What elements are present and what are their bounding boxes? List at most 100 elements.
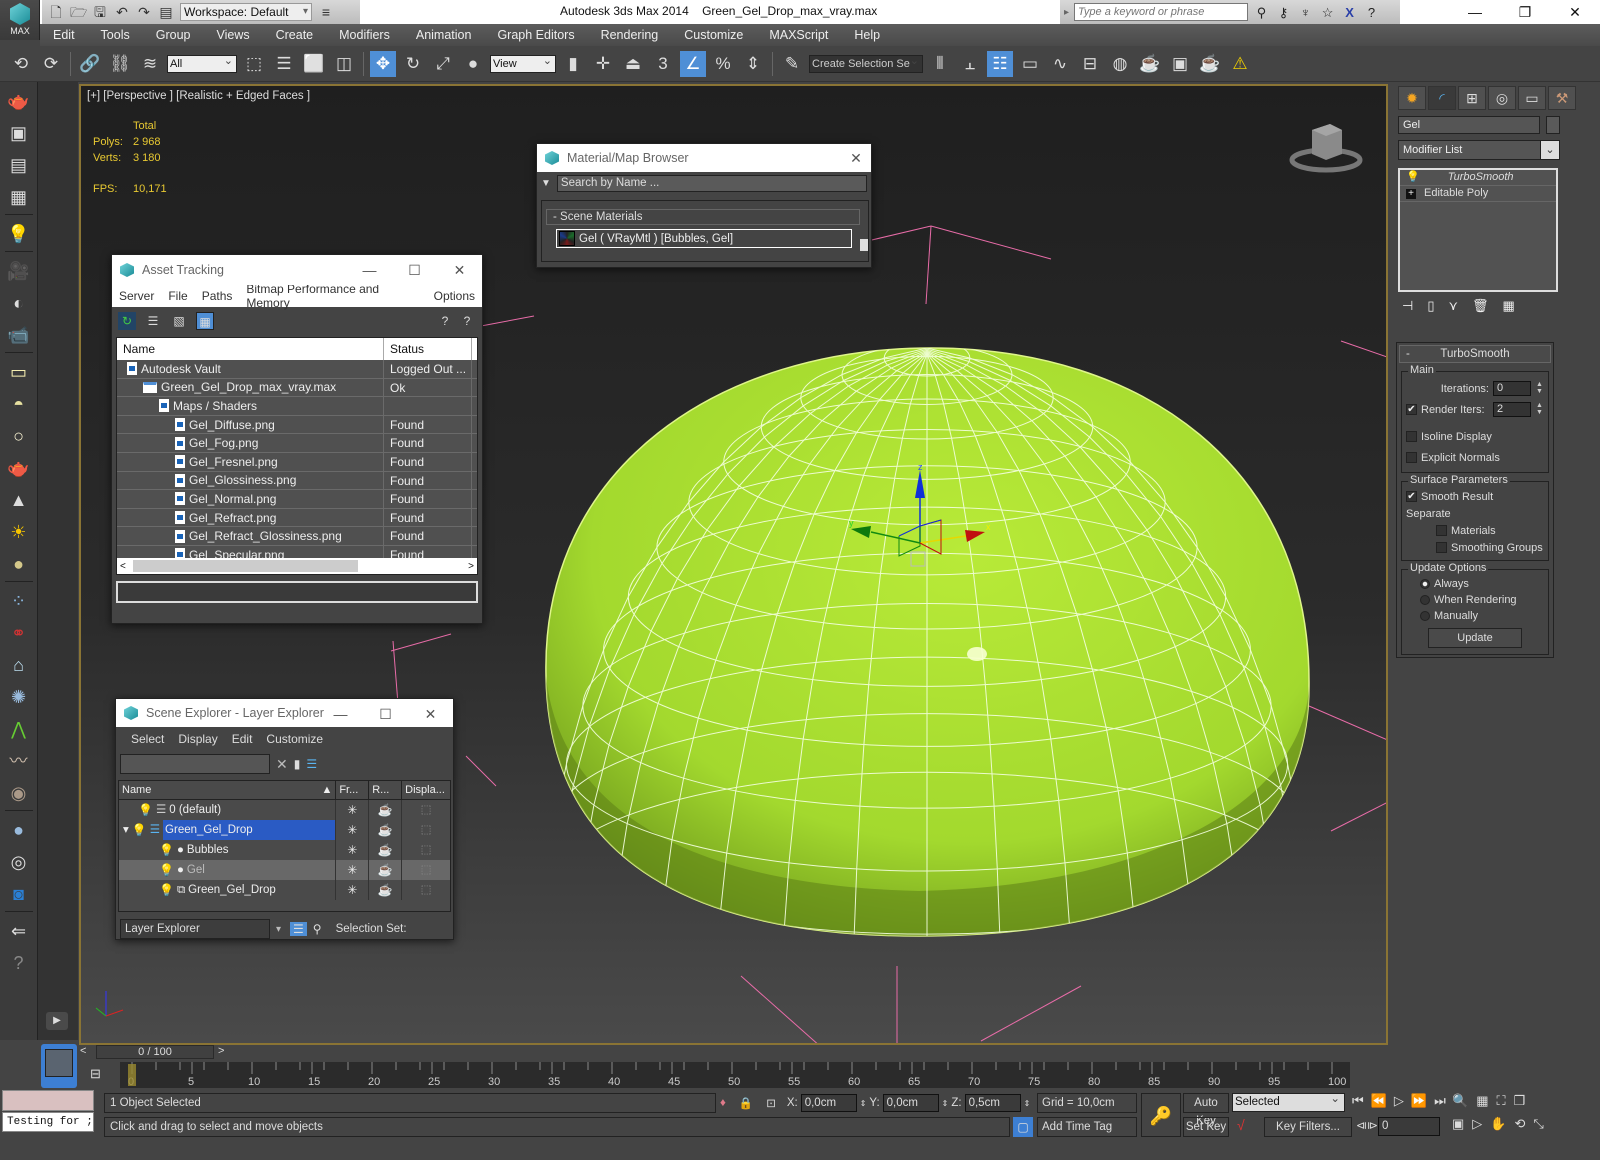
utilities-tab-icon[interactable]: ⚒ xyxy=(1548,86,1576,110)
isolate-selection-icon[interactable]: ♦ xyxy=(720,1097,726,1109)
renderable-toggle-icon[interactable]: ☕ xyxy=(369,860,403,880)
update-button[interactable]: Update xyxy=(1428,628,1522,648)
tree-view-icon[interactable]: ▧ xyxy=(170,312,188,330)
scroll-left-icon[interactable]: < xyxy=(117,561,129,572)
hair-farm-icon[interactable]: 〰 xyxy=(5,748,33,774)
vertical-scrollbar[interactable] xyxy=(860,239,868,251)
menu-customize[interactable]: Customize xyxy=(671,28,756,42)
freeze-toggle-icon[interactable]: ✳ xyxy=(336,860,370,880)
close-button[interactable]: ✕ xyxy=(437,255,482,285)
freeze-toggle-icon[interactable]: ✳ xyxy=(336,800,370,820)
time-slider[interactable]: 0 / 100 xyxy=(96,1045,214,1059)
open-file-icon[interactable]: 🗁 xyxy=(70,4,87,20)
redo-icon[interactable]: ↷ xyxy=(136,4,152,20)
dome-light-icon[interactable]: ◓ xyxy=(5,391,33,417)
warning-icon[interactable]: ⚠ xyxy=(1227,51,1253,77)
update-always-radio[interactable] xyxy=(1420,579,1430,589)
chevron-down-icon[interactable]: ⌄ xyxy=(1540,140,1560,160)
pin-stack-icon[interactable]: ⊣ xyxy=(1402,298,1413,314)
menu-edit[interactable]: Edit xyxy=(225,732,260,746)
schematic-view-icon[interactable]: ⊟ xyxy=(1077,51,1103,77)
table-view-icon[interactable]: ▦ xyxy=(196,312,214,330)
scroll-right-icon[interactable]: > xyxy=(465,561,477,572)
snaps-toggle-icon[interactable]: 3 xyxy=(650,51,676,77)
hierarchy-tab-icon[interactable]: ⊞ xyxy=(1458,86,1486,110)
exchange-x-icon[interactable]: X xyxy=(1341,4,1358,21)
zoom-extents-all-icon[interactable]: ❒ xyxy=(1514,1093,1526,1109)
update-when-rendering-radio[interactable] xyxy=(1420,595,1430,605)
minimize-button[interactable]: — xyxy=(318,699,363,729)
remove-modifier-icon[interactable]: 🗑 xyxy=(1472,298,1489,314)
context-help-icon[interactable]: ? xyxy=(458,312,476,330)
favorites-star-icon[interactable]: ☆ xyxy=(1319,4,1336,21)
spinner-arrows-icon[interactable]: ⇕ xyxy=(942,1099,949,1108)
display-box-icon[interactable]: ⬚ xyxy=(402,820,450,840)
edit-named-selection-icon[interactable]: ✎ xyxy=(779,51,805,77)
light-lister-icon[interactable]: 💡 xyxy=(5,221,33,247)
pan-hand-icon[interactable]: ✋ xyxy=(1490,1116,1506,1132)
asset-row[interactable]: Gel_Fog.png Found xyxy=(117,434,477,453)
play-icon[interactable]: ▷ xyxy=(1394,1093,1404,1109)
z-coordinate-field[interactable]: 0,5cm xyxy=(964,1094,1021,1112)
object-color-swatch[interactable] xyxy=(1546,116,1560,134)
graphite-ribbon-icon[interactable]: ▭ xyxy=(1017,51,1043,77)
maximize-button[interactable]: ☐ xyxy=(392,255,437,285)
lightbulb-icon[interactable]: 💡 xyxy=(1406,170,1420,185)
workspace-dropdown[interactable]: Workspace: Default xyxy=(180,3,312,21)
freeze-toggle-icon[interactable]: ✳ xyxy=(336,840,370,860)
select-and-place-icon[interactable]: ● xyxy=(460,51,486,77)
material-editor-icon[interactable]: ◍ xyxy=(1107,51,1133,77)
stack-item-turbosmooth[interactable]: 💡 TurboSmooth xyxy=(1400,170,1556,186)
bind-space-warp-icon[interactable]: ≋ xyxy=(137,51,163,77)
window-titlebar[interactable]: Scene Explorer - Layer Explorer — ☐ ✕ xyxy=(116,699,453,727)
mirror-icon[interactable]: ⫴ xyxy=(927,51,953,77)
sphere-light-icon[interactable]: ○ xyxy=(5,423,33,449)
menu-edit[interactable]: Edit xyxy=(40,28,88,42)
create-tab-icon[interactable]: ✹ xyxy=(1398,86,1426,110)
materials-checkbox[interactable] xyxy=(1436,525,1447,536)
display-box-icon[interactable]: ⬚ xyxy=(402,800,450,820)
render-production-icon[interactable]: ☕ xyxy=(1197,51,1223,77)
asset-path-field[interactable] xyxy=(116,581,478,603)
menu-paths[interactable]: Paths xyxy=(195,289,240,303)
asset-row[interactable]: Gel_Glossiness.png Found xyxy=(117,471,477,491)
asset-row[interactable]: Gel_Diffuse.png Found xyxy=(117,415,477,435)
undo-icon[interactable]: ↶ xyxy=(114,4,130,20)
list-view-icon[interactable]: ☰ xyxy=(144,312,162,330)
unlink-icon[interactable]: ⛓ xyxy=(107,51,133,77)
configure-modifier-sets-icon[interactable]: ▦ xyxy=(1503,298,1515,314)
current-frame-field[interactable]: 0 xyxy=(1378,1117,1440,1136)
percent-snap-icon[interactable]: % xyxy=(710,51,736,77)
object-name-field[interactable]: Gel xyxy=(1398,116,1540,134)
dome-camera-icon[interactable]: ◐ xyxy=(5,290,33,316)
menu-animation[interactable]: Animation xyxy=(403,28,485,42)
lightbulb-icon[interactable]: 💡 xyxy=(159,880,174,900)
sphere-icon[interactable]: ● xyxy=(5,817,33,843)
curve-editor-icon[interactable]: ∿ xyxy=(1047,51,1073,77)
stack-item-editable-poly[interactable]: + Editable Poly xyxy=(1400,186,1556,202)
smooth-result-checkbox[interactable]: ✔ xyxy=(1406,491,1417,502)
sun-icon[interactable]: ☀ xyxy=(5,519,33,545)
menu-file[interactable]: File xyxy=(161,289,194,303)
expand-arrow-icon[interactable]: ▾ xyxy=(123,820,129,840)
render-window-icon[interactable]: ▣ xyxy=(5,120,33,146)
menu-create[interactable]: Create xyxy=(263,28,327,42)
application-menu-button[interactable]: MAX xyxy=(0,0,40,40)
modify-tab-icon[interactable]: ◜ xyxy=(1428,86,1456,110)
material-item[interactable]: Gel ( VRayMtl ) [Bubbles, Gel] xyxy=(556,229,852,248)
camera-icon[interactable]: 🎥 xyxy=(5,258,33,284)
help-icon[interactable]: ? xyxy=(436,312,454,330)
rollout-title[interactable]: - TurboSmooth xyxy=(1399,345,1551,363)
auto-key-button[interactable]: Auto Key xyxy=(1183,1093,1229,1127)
plane-light-icon[interactable]: ▭ xyxy=(5,359,33,385)
clear-search-icon[interactable]: ✕ xyxy=(276,756,288,773)
iterations-spinner[interactable]: 0 xyxy=(1493,381,1531,396)
key-tangent-icon[interactable]: √ xyxy=(1237,1117,1245,1133)
expand-panel-button[interactable]: ▶ xyxy=(46,1012,68,1030)
named-selection-sets-dropdown[interactable]: Create Selection Se xyxy=(809,53,923,73)
create-layer-icon[interactable]: ☰ xyxy=(306,757,317,771)
display-box-icon[interactable]: ⬚ xyxy=(402,840,450,860)
renderable-toggle-icon[interactable]: ☕ xyxy=(369,840,403,860)
particles-icon[interactable]: ⁘ xyxy=(5,588,33,614)
spinner-arrows-icon[interactable]: ⇕ xyxy=(860,1099,867,1108)
